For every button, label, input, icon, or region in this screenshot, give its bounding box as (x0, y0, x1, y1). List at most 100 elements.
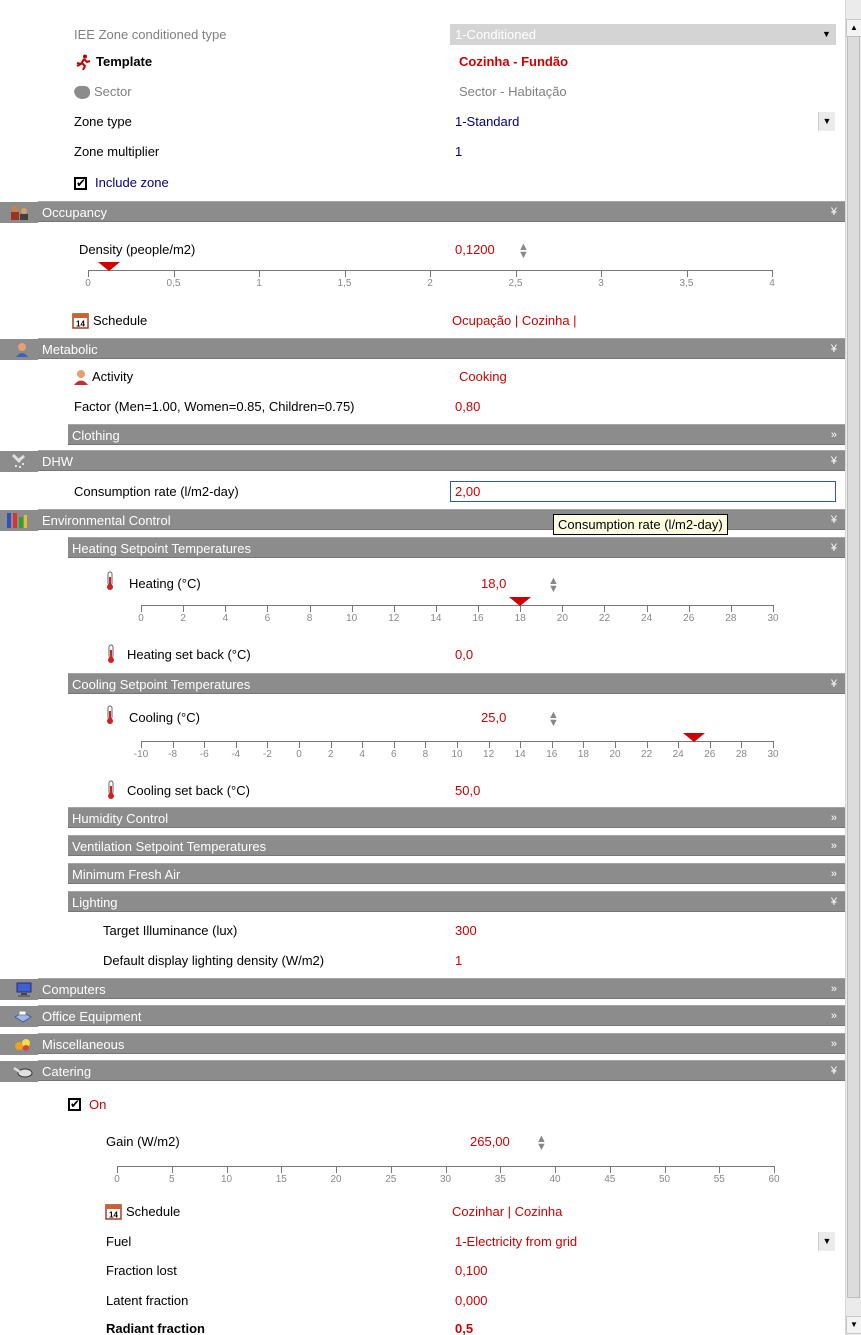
chevron-down-icon[interactable]: ▼ (818, 1232, 835, 1251)
slider-tick (488, 741, 490, 748)
cooling-setback-input[interactable]: 50,0 (450, 780, 836, 801)
template-value[interactable]: Cozinha - Fundão (459, 47, 568, 77)
chevron-expand-icon[interactable]: » (831, 1006, 837, 1027)
chevron-collapse-icon[interactable]: ¥ (831, 674, 837, 695)
scroll-up-arrow-icon[interactable]: ▲ (846, 19, 861, 37)
zone-type-select[interactable]: 1-Standard ▼ (450, 111, 836, 132)
template-row[interactable]: Template Cozinha - Fundão (0, 47, 845, 77)
slider-tick-label: 60 (768, 1174, 780, 1185)
slider-marker[interactable] (683, 733, 705, 742)
chevron-collapse-icon[interactable]: ¥ (831, 202, 837, 223)
spinner-icon[interactable]: ▲ ▼ (548, 576, 559, 595)
conditioned-type-select[interactable]: 1-Conditioned ▼ (450, 24, 836, 45)
slider-marker[interactable] (97, 262, 120, 271)
chevron-expand-icon[interactable]: » (831, 1034, 837, 1055)
slider-tick (204, 741, 206, 748)
section-metabolic-title: Metabolic (42, 342, 98, 357)
slider-marker[interactable] (509, 597, 532, 606)
factor-input[interactable]: 0,80 (450, 396, 836, 417)
fraction-lost-input[interactable]: 0,100 (450, 1260, 836, 1281)
chevron-down-icon[interactable]: ▼ (818, 112, 835, 131)
chevron-collapse-icon[interactable]: ¥ (831, 538, 837, 559)
section-occupancy[interactable]: Occupancy ¥ (0, 201, 845, 223)
occupancy-schedule-value[interactable]: Ocupação | Cozinha | (452, 306, 577, 336)
chevron-expand-icon[interactable]: » (831, 864, 837, 885)
catering-on-label[interactable]: On (89, 1090, 106, 1120)
slider-tick (330, 741, 332, 748)
vertical-scrollbar[interactable]: ▲ ▼ (845, 0, 861, 1335)
chevron-expand-icon[interactable]: » (831, 836, 837, 857)
section-computers[interactable]: Computers » (0, 978, 845, 1000)
scrollbar-thumb[interactable] (847, 36, 860, 1298)
gain-slider[interactable]: 0 5 10 15 20 25 30 35 40 45 50 55 60 (114, 1158, 780, 1188)
section-clothing[interactable]: Clothing » (68, 424, 845, 445)
chevron-expand-icon[interactable]: » (831, 425, 837, 446)
svg-text:14: 14 (76, 320, 85, 329)
density-slider[interactable]: 0 0,5 1 1,5 2 2,5 3 3,5 4 (85, 262, 775, 292)
chevron-collapse-icon[interactable]: ¥ (831, 451, 837, 472)
chevron-collapse-icon[interactable]: ¥ (831, 339, 837, 360)
section-heating-setpoint[interactable]: Heating Setpoint Temperatures ¥ (68, 537, 845, 558)
gain-value[interactable]: 265,00 (470, 1127, 510, 1157)
spinner-icon[interactable]: ▲ ▼ (536, 1134, 547, 1153)
heating-setback-input[interactable]: 0,0 (450, 644, 836, 665)
section-office-equipment[interactable]: Office Equipment » (0, 1005, 845, 1027)
cooling-slider[interactable]: -10 -8 -6 -4 -2 0 2 4 6 8 10 12 14 16 18 20 22 24 26 28 30 (134, 733, 779, 763)
activity-row[interactable]: Activity Cooking (0, 362, 845, 392)
consumption-input[interactable]: 2,00 (450, 481, 836, 502)
include-zone-label[interactable]: Include zone (95, 168, 169, 198)
chevron-expand-icon[interactable]: » (831, 979, 837, 1000)
thermometer-icon (107, 644, 115, 667)
occupancy-schedule-row[interactable]: 14 Schedule Ocupação | Cozinha | (0, 306, 845, 336)
section-lighting[interactable]: Lighting ¥ (68, 891, 845, 912)
slider-tick-label: 22 (641, 749, 653, 760)
section-miscellaneous[interactable]: Miscellaneous » (0, 1033, 845, 1055)
slider-tick (500, 1166, 502, 1173)
slider-tick (730, 605, 732, 612)
slider-tick-label: 55 (713, 1174, 725, 1185)
illuminance-input[interactable]: 300 (450, 920, 836, 941)
section-occupancy-title: Occupancy (42, 205, 108, 220)
section-metabolic[interactable]: Metabolic ¥ (0, 338, 845, 360)
slider-tick-label: 35 (494, 1174, 506, 1185)
catering-on-checkbox[interactable]: ✔ (68, 1098, 81, 1111)
catering-schedule-row[interactable]: 14 Schedule Cozinhar | Cozinha (0, 1197, 845, 1227)
activity-value[interactable]: Cooking (459, 362, 507, 392)
section-humidity[interactable]: Humidity Control » (68, 807, 845, 828)
slider-tick (604, 605, 606, 612)
slider-tick (88, 270, 89, 277)
slider-tick-label: 50 (658, 1174, 671, 1185)
chevron-collapse-icon[interactable]: ¥ (831, 1061, 837, 1082)
latent-fraction-input[interactable]: 0,000 (450, 1290, 836, 1311)
cooling-value[interactable]: 25,0 (481, 703, 506, 733)
heating-slider[interactable]: 0 2 4 6 8 10 12 14 16 18 20 22 24 26 28 30 (138, 597, 779, 627)
radiant-fraction-input[interactable]: 0,5 (450, 1318, 836, 1335)
include-zone-checkbox[interactable]: ✔ (74, 177, 87, 190)
sector-value[interactable]: Sector - Habitação (459, 77, 567, 107)
spinner-icon[interactable]: ▲ ▼ (518, 242, 529, 261)
slider-tick (141, 605, 142, 612)
sector-row[interactable]: Sector Sector - Habitação (0, 77, 845, 107)
chevron-expand-icon[interactable]: » (831, 808, 837, 829)
density-value[interactable]: 0,1200 (455, 235, 495, 265)
heating-value[interactable]: 18,0 (481, 569, 506, 599)
section-dhw[interactable]: DHW ¥ (0, 450, 845, 472)
section-cooling-setpoint[interactable]: Cooling Setpoint Temperatures ¥ (68, 673, 845, 694)
fuel-select[interactable]: 1-Electricity from grid ▼ (450, 1231, 836, 1252)
section-fresh-air[interactable]: Minimum Fresh Air » (68, 863, 845, 884)
display-density-input[interactable]: 1 (450, 950, 836, 971)
slider-tick (515, 270, 517, 277)
spinner-icon[interactable]: ▲ ▼ (548, 710, 559, 729)
section-ventilation[interactable]: Ventilation Setpoint Temperatures » (68, 835, 845, 856)
section-catering[interactable]: Catering ¥ (0, 1060, 845, 1082)
slider-tick (362, 741, 364, 748)
chevron-collapse-icon[interactable]: ¥ (831, 510, 837, 531)
display-density-row: Default display lighting density (W/m2) … (0, 946, 845, 976)
catering-schedule-value[interactable]: Cozinhar | Cozinha (452, 1197, 562, 1227)
consumption-label: Consumption rate (l/m2-day) (74, 484, 239, 499)
chevron-down-icon[interactable]: ▼ (818, 25, 835, 44)
scroll-down-arrow-icon[interactable]: ▼ (846, 1316, 861, 1334)
zone-multiplier-input[interactable]: 1 (450, 141, 836, 162)
person-icon (14, 342, 30, 363)
chevron-collapse-icon[interactable]: ¥ (831, 892, 837, 913)
